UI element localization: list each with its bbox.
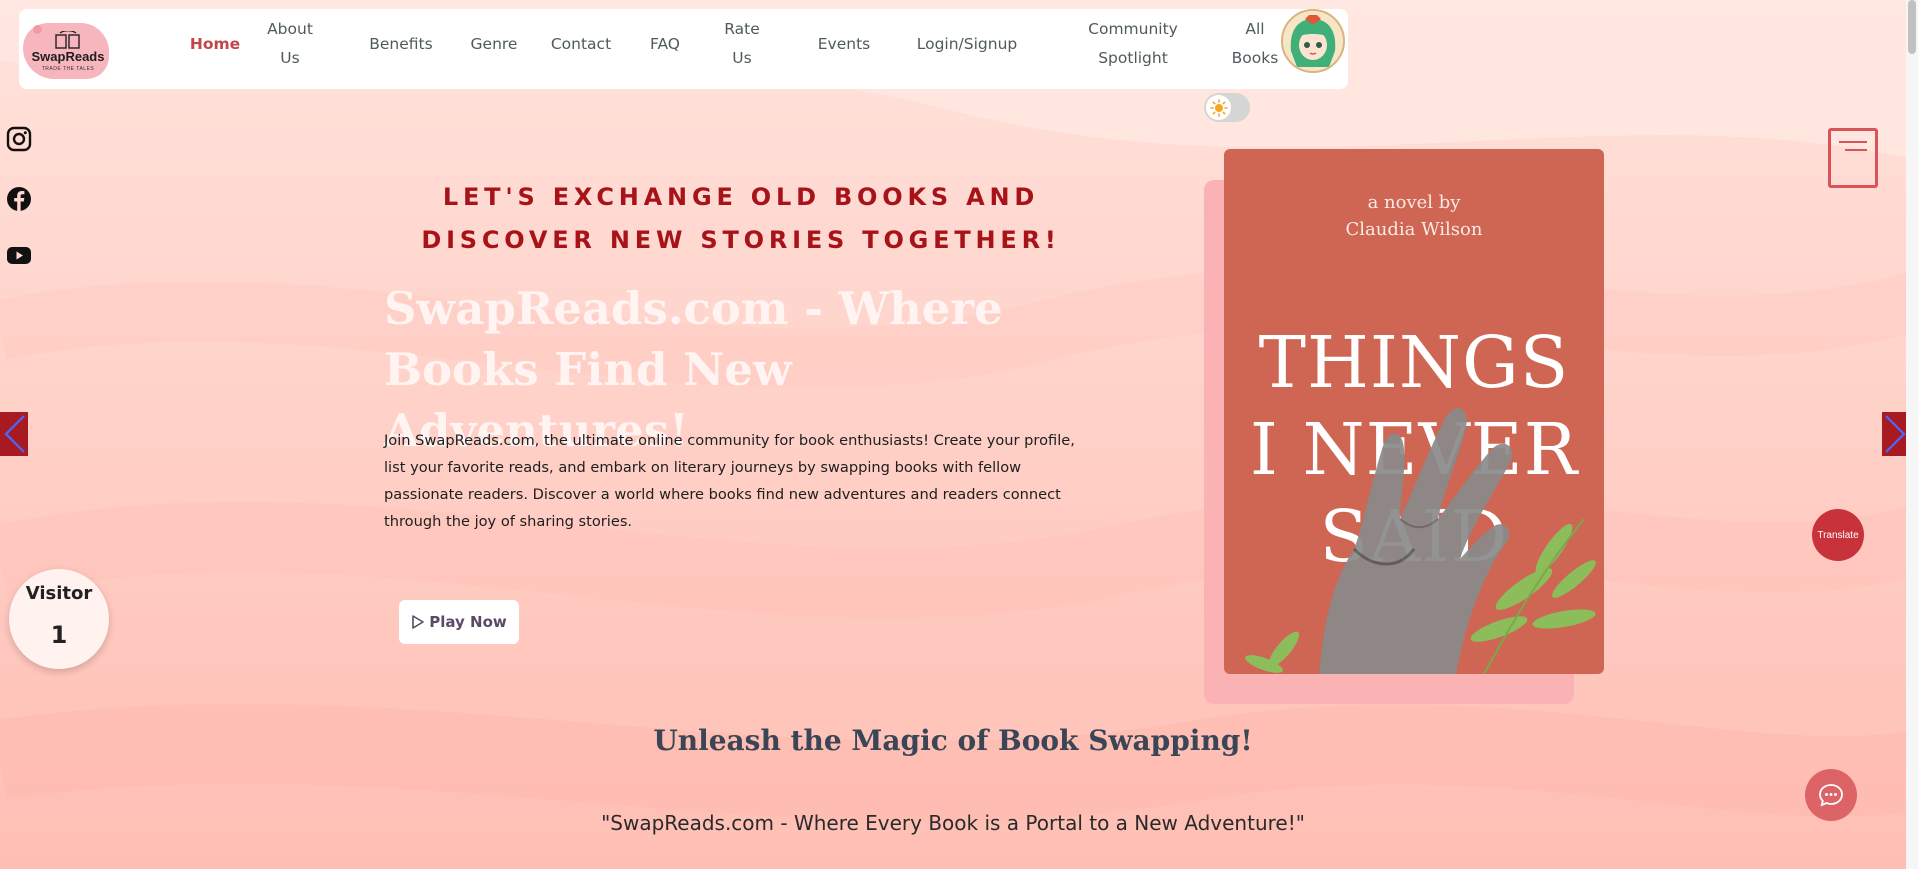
chat-button[interactable] — [1805, 769, 1857, 821]
nav-events[interactable]: Events — [802, 30, 886, 59]
anime-avatar-icon — [1283, 11, 1343, 71]
play-now-button[interactable]: Play Now — [399, 600, 519, 644]
hero-description: Join SwapReads.com, the ultimate online … — [384, 432, 1075, 530]
nav-benefits[interactable]: Benefits — [355, 30, 447, 59]
logo[interactable]: SwapReads TRADE THE TALES — [19, 13, 115, 83]
facebook-icon[interactable] — [6, 186, 32, 212]
toggle-knob — [1206, 95, 1231, 120]
section-quote: "SwapReads.com - Where Every Book is a P… — [601, 811, 1305, 835]
nav-home[interactable]: Home — [168, 30, 262, 59]
navbar: SwapReads TRADE THE TALES Home About Us … — [19, 9, 1348, 89]
nav-faq[interactable]: FAQ — [635, 30, 695, 59]
visitor-count: 1 — [50, 621, 68, 649]
nav-about-us[interactable]: About Us — [255, 15, 325, 73]
carousel-prev-arrow[interactable] — [0, 412, 28, 456]
section-heading: Unleash the Magic of Book Swapping! — [653, 724, 1253, 757]
hero-tagline: LET'S EXCHANGE OLD BOOKS AND DISCOVER NE… — [421, 183, 1061, 254]
logo-dot — [33, 25, 42, 34]
youtube-icon[interactable] — [6, 242, 32, 268]
play-icon — [412, 615, 425, 629]
chevron-left-icon — [4, 415, 25, 453]
chat-icon — [1819, 784, 1843, 807]
nav-rate-us[interactable]: Rate Us — [717, 15, 767, 73]
sun-icon — [1209, 98, 1228, 117]
logo-tagline: TRADE THE TALES — [41, 66, 95, 72]
avatar[interactable] — [1281, 9, 1345, 73]
nav-genre[interactable]: Genre — [459, 30, 529, 59]
page-scrollbar[interactable] — [1906, 0, 1918, 869]
logo-text: SwapReads — [31, 49, 105, 64]
nav-community-spotlight[interactable]: Community Spotlight — [1063, 15, 1203, 73]
reading-book-icon[interactable] — [1828, 128, 1878, 188]
instagram-icon[interactable] — [6, 126, 32, 152]
nav-contact[interactable]: Contact — [541, 30, 621, 59]
visitor-label: Visitor — [25, 583, 93, 604]
theme-toggle[interactable] — [1204, 93, 1250, 122]
play-now-label: Play Now — [429, 613, 507, 631]
scrollbar-thumb[interactable] — [1908, 0, 1916, 54]
nav-login-signup[interactable]: Login/Signup — [896, 30, 1038, 59]
books-logo-icon — [55, 31, 80, 49]
translate-button[interactable]: Translate — [1812, 509, 1864, 561]
nav-all-books[interactable]: All Books — [1229, 15, 1281, 73]
hand-and-leaves-illustration — [1245, 408, 1596, 674]
visitor-counter: Visitor 1 — [9, 569, 109, 669]
book-cover: a novel by Claudia Wilson THINGS I NEVER… — [1224, 149, 1604, 674]
